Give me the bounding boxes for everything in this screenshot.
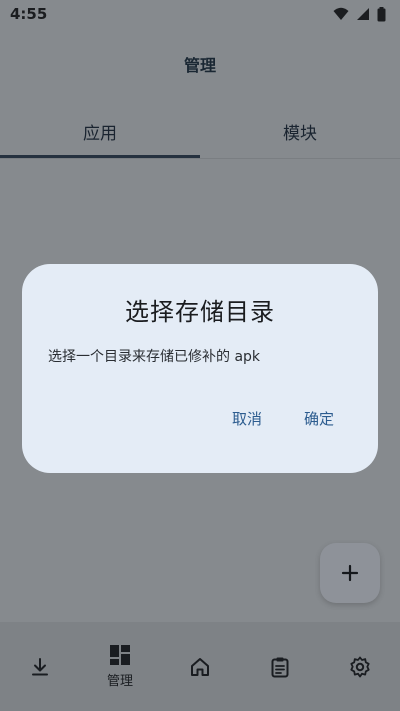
dialog-actions: 取消 确定: [232, 408, 334, 429]
confirm-button[interactable]: 确定: [304, 408, 334, 429]
cancel-button[interactable]: 取消: [232, 408, 262, 429]
app-root: 4:55 管理 应用 模块 管理 选择存储目录 选择一个目录来存储已修补的 ap…: [0, 0, 400, 711]
select-directory-dialog: 选择存储目录 选择一个目录来存储已修补的 apk 取消 确定: [22, 264, 378, 473]
dialog-title: 选择存储目录: [125, 298, 275, 326]
dialog-message: 选择一个目录来存储已修补的 apk: [48, 349, 261, 365]
